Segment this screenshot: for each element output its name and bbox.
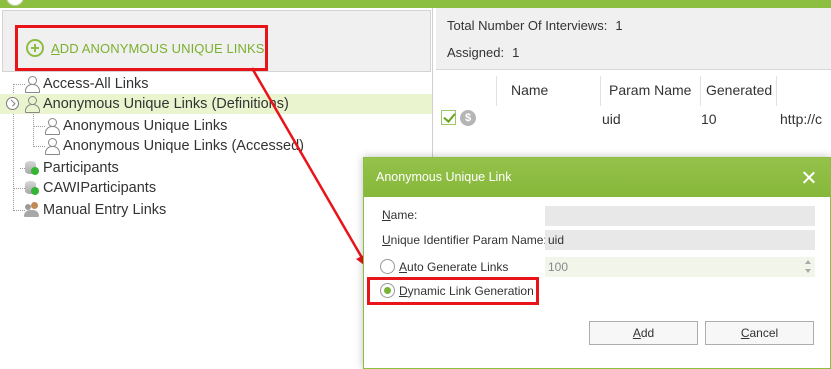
- plus-circle-icon: [26, 39, 44, 57]
- cell-url[interactable]: http://c: [780, 111, 822, 127]
- column-header-name[interactable]: Name: [511, 82, 548, 98]
- assigned-count: Assigned: 1: [447, 45, 520, 60]
- total-interviews: Total Number Of Interviews: 1: [447, 18, 623, 33]
- add-anonymous-unique-links-button[interactable]: ADD ANONYMOUS UNIQUE LINKS: [15, 25, 268, 71]
- column-separator: [600, 76, 601, 106]
- tree-item-label: Manual Entry Links: [43, 202, 167, 218]
- dialog-title-bar: Anonymous Unique Link: [364, 158, 830, 197]
- dialog-title: Anonymous Unique Link: [376, 170, 512, 184]
- person-icon: [44, 138, 60, 155]
- group-icon: [24, 202, 40, 218]
- tree-item-label: CAWIParticipants: [43, 180, 157, 196]
- auto-generate-count-value: 100: [548, 260, 569, 274]
- tree-item-label: Access-All Links: [43, 76, 149, 92]
- cell-param-name: uid: [602, 111, 621, 127]
- tree-item-manual-entry-links[interactable]: Manual Entry Links: [24, 200, 166, 220]
- param-name-label: Unique Identifier Param Name:: [382, 233, 547, 247]
- tree-item-label: Participants: [43, 160, 119, 176]
- dynamic-link-generation-radio[interactable]: [380, 283, 395, 298]
- person-icon: [44, 118, 60, 135]
- column-separator: [496, 76, 497, 106]
- collapse-toggle-icon[interactable]: [6, 97, 19, 110]
- row-checkbox[interactable]: [441, 110, 456, 125]
- database-icon: [24, 160, 40, 176]
- tree-item-cawiparticipants[interactable]: CAWIParticipants: [24, 178, 156, 198]
- spin-arrows-icon[interactable]: [804, 259, 812, 275]
- tree-item-access-all-links[interactable]: Access-All Links: [24, 74, 149, 94]
- tree-item-participants[interactable]: Participants: [24, 158, 119, 178]
- tree-connector: [33, 114, 34, 147]
- tree-item-label: Anonymous Unique Links (Definitions): [43, 96, 289, 112]
- cancel-button[interactable]: Cancel: [705, 321, 814, 345]
- name-field[interactable]: [545, 206, 815, 226]
- column-header-param-name[interactable]: Param Name: [609, 82, 691, 98]
- top-green-strip: [0, 0, 831, 8]
- name-label: Name:: [382, 208, 418, 222]
- dollar-icon: $: [460, 110, 476, 126]
- tree-item-anonymous-unique-links-definitions[interactable]: Anonymous Unique Links (Definitions): [0, 94, 432, 114]
- dynamic-link-generation-label[interactable]: Dynamic Link Generation: [399, 284, 534, 298]
- person-icon: [24, 96, 40, 113]
- tree-item-label: Anonymous Unique Links: [63, 118, 228, 134]
- cell-generated: 10: [701, 111, 717, 127]
- tree-item-anonymous-unique-links-accessed[interactable]: Anonymous Unique Links (Accessed): [44, 136, 304, 156]
- auto-generate-radio[interactable]: [380, 259, 395, 274]
- auto-generate-label[interactable]: Auto Generate Links: [399, 260, 508, 274]
- auto-generate-count-stepper[interactable]: 100: [545, 257, 815, 277]
- column-header-generated[interactable]: Generated: [706, 82, 772, 98]
- database-icon: [24, 180, 40, 196]
- toolbar: ADD ANONYMOUS UNIQUE LINKS: [2, 10, 431, 72]
- column-separator: [776, 76, 777, 106]
- person-icon: [24, 76, 40, 93]
- close-icon[interactable]: [800, 166, 818, 188]
- param-name-field[interactable]: uid: [545, 230, 815, 250]
- add-anonymous-unique-links-label: ADD ANONYMOUS UNIQUE LINKS: [51, 40, 265, 56]
- anonymous-unique-link-dialog: Anonymous Unique Link Name: Unique Ident…: [363, 157, 831, 369]
- interview-summary: Total Number Of Interviews: 1 Assigned: 1: [436, 8, 831, 70]
- tree-item-label: Anonymous Unique Links (Accessed): [63, 138, 304, 154]
- add-button[interactable]: Add: [589, 321, 698, 345]
- tree-item-anonymous-unique-links[interactable]: Anonymous Unique Links: [44, 116, 227, 136]
- column-separator: [700, 76, 701, 106]
